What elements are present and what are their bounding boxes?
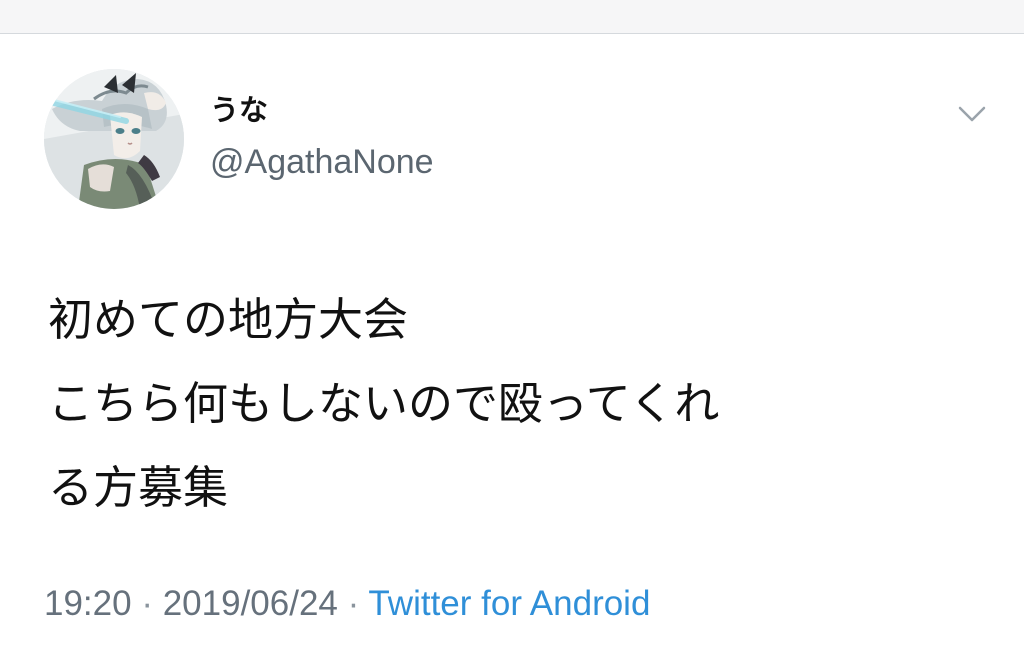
metadata-separator: · bbox=[337, 584, 369, 623]
top-divider bbox=[0, 33, 1024, 34]
tweet-text-line: る方募集 bbox=[48, 461, 229, 514]
anime-girl-avatar-icon bbox=[44, 69, 184, 209]
tweet-menu-button[interactable] bbox=[952, 96, 992, 132]
tweet-text: 初めての地方大会 こちら何もしないので殴ってくれ る方募集 bbox=[48, 278, 978, 530]
chevron-down-icon bbox=[958, 106, 986, 122]
tweet-source-link[interactable]: Twitter for Android bbox=[368, 584, 650, 623]
tweet-text-line: こちら何もしないので殴ってくれ bbox=[48, 377, 720, 430]
display-name[interactable]: うな bbox=[210, 90, 268, 130]
tweet-date[interactable]: 2019/06/24 bbox=[163, 584, 338, 623]
metadata-separator: · bbox=[131, 584, 163, 623]
user-handle[interactable]: @AgathaNone bbox=[210, 140, 434, 184]
tweet-time[interactable]: 19:20 bbox=[44, 584, 132, 623]
avatar[interactable] bbox=[44, 69, 184, 209]
tweet-metadata: 19:20 · 2019/06/24 · Twitter for Android bbox=[44, 580, 650, 628]
top-bar bbox=[0, 0, 1024, 33]
tweet-text-line: 初めての地方大会 bbox=[48, 293, 409, 346]
